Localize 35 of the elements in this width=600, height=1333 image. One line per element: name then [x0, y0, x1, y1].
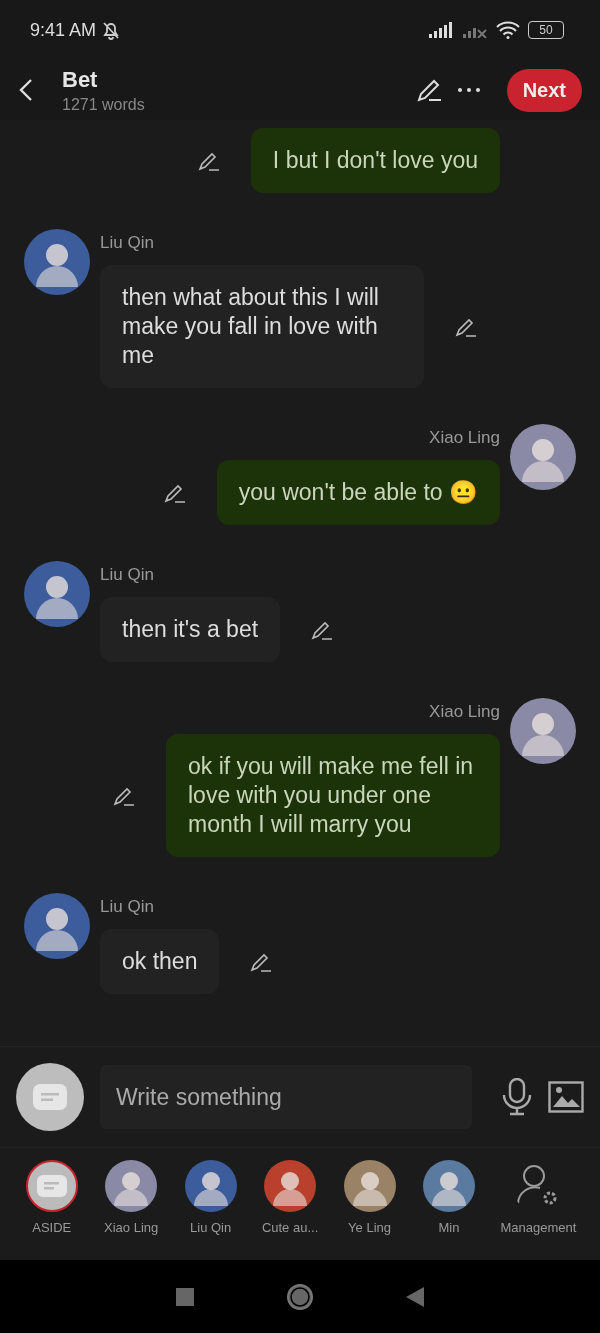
speaker-name: Liu Qin: [100, 565, 155, 585]
speaker-name: Xiao Ling: [429, 428, 500, 448]
battery-icon: 50: [528, 21, 564, 39]
wifi-icon: [496, 21, 520, 39]
signal-icon: [428, 22, 454, 38]
image-icon[interactable]: [548, 1081, 584, 1113]
character-tab[interactable]: Liu Qin: [170, 1160, 251, 1235]
character-tab[interactable]: ASIDE: [12, 1160, 92, 1235]
message-input[interactable]: Write something: [100, 1065, 472, 1129]
speaker-name: Liu Qin: [100, 897, 155, 917]
message-bubble: ok then: [100, 929, 220, 994]
character-tab[interactable]: Min: [409, 1160, 489, 1235]
message-bubble: ok if you will make me fell in love with you under one month I will marry you: [166, 734, 500, 857]
more-icon[interactable]: [456, 86, 481, 94]
story-title: Bet: [62, 66, 99, 93]
speaker-name: Liu Qin: [100, 233, 155, 253]
back-icon[interactable]: [18, 78, 34, 102]
note-icon: [33, 1084, 67, 1110]
message-bubble: then it's a bet: [100, 597, 281, 662]
microphone-icon[interactable]: [502, 1078, 532, 1116]
character-tab[interactable]: Ye Ling: [329, 1160, 410, 1235]
message-bubble: you won't be able to 😐: [216, 460, 500, 525]
word-count: 1271 words: [62, 95, 146, 114]
recents-icon[interactable]: [176, 1287, 194, 1306]
home-icon[interactable]: [286, 1282, 314, 1311]
status-time: 9:41 AM: [30, 19, 97, 41]
message-bubble: I but I don't love you: [250, 128, 500, 193]
speaker-name: Xiao Ling: [429, 702, 500, 722]
character-tab[interactable]: Cute au...: [250, 1160, 330, 1235]
note-icon: [36, 1175, 67, 1197]
message-bubble: then what about this I will make you fall in love with me: [100, 265, 424, 388]
next-button[interactable]: Next: [506, 68, 582, 112]
character-tab[interactable]: Management: [488, 1160, 589, 1235]
back-nav-icon[interactable]: [406, 1286, 424, 1307]
character-tab[interactable]: Xiao Ling: [91, 1160, 171, 1235]
